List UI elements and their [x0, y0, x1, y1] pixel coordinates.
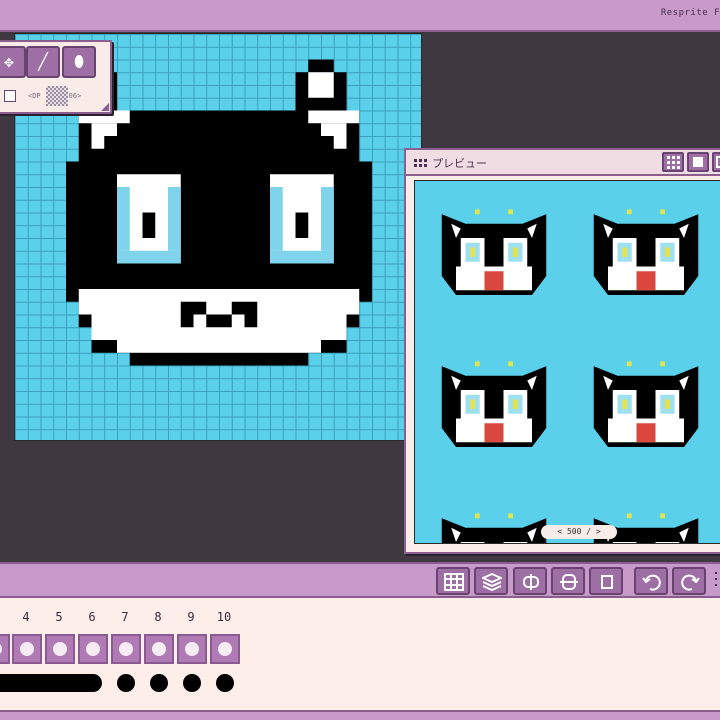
keyframe-span[interactable] — [0, 674, 102, 692]
sprite-preview — [441, 361, 547, 447]
more-icon[interactable] — [714, 571, 718, 587]
stop-button[interactable] — [687, 152, 709, 172]
sprite-preview — [441, 513, 547, 543]
grid-icon — [667, 156, 680, 169]
top-bar: Resprite F — [0, 0, 720, 32]
preview-header[interactable]: プレビュー — [406, 150, 720, 176]
frame-cell[interactable] — [144, 634, 174, 664]
redo-icon — [681, 574, 700, 591]
keyframe-dot[interactable] — [183, 674, 201, 692]
frame-number: 9 — [187, 610, 195, 624]
crop-icon — [601, 575, 613, 589]
dither-checkbox[interactable] — [4, 90, 16, 102]
layers-button[interactable] — [474, 567, 508, 595]
flip-h-icon — [523, 574, 539, 590]
frame-cell[interactable] — [0, 634, 10, 664]
action-toolbar — [0, 562, 720, 598]
line-tool-button[interactable]: ╱ — [26, 46, 60, 78]
frame-number: 5 — [55, 610, 63, 624]
frame-cell[interactable] — [45, 634, 75, 664]
frame-cell[interactable] — [210, 634, 240, 664]
zoom-control[interactable]: < 500 / > — [541, 525, 617, 539]
grid-button[interactable] — [436, 567, 470, 595]
preview-area[interactable]: < 500 / > — [414, 180, 720, 544]
grid-icon — [444, 573, 464, 591]
fill-icon: ⬮ — [73, 52, 85, 71]
preview-window: プレビュー < 500 / > — [404, 148, 720, 554]
frame-number: 8 — [154, 610, 162, 624]
frame-cell[interactable] — [177, 634, 207, 664]
undo-button[interactable] — [634, 567, 668, 595]
line-icon: ╱ — [38, 52, 48, 71]
undo-icon — [642, 574, 661, 591]
stop-icon — [693, 157, 703, 167]
frame-cell[interactable] — [78, 634, 108, 664]
preview-menu-button[interactable] — [712, 152, 720, 172]
bottom-strip — [0, 710, 720, 720]
timeline-panel: 4 5 6 7 8 9 10 — [0, 598, 720, 710]
frame-number: 7 — [121, 610, 129, 624]
sprite-preview — [441, 209, 547, 295]
move-tool-button[interactable]: ✥ — [0, 46, 26, 78]
frame-cell[interactable] — [12, 634, 42, 664]
list-icon — [716, 156, 720, 168]
fill-tool-button[interactable]: ⬮ — [62, 46, 96, 78]
keyframe-dot[interactable] — [150, 674, 168, 692]
flip-horizontal-button[interactable] — [513, 567, 547, 595]
preview-title: プレビュー — [432, 157, 487, 170]
keyframe-dot[interactable] — [216, 674, 234, 692]
grid-view-button[interactable] — [662, 152, 684, 172]
resize-handle-icon[interactable] — [101, 103, 109, 111]
app-title: Resprite F — [660, 8, 720, 18]
flip-vertical-button[interactable] — [551, 567, 585, 595]
keyframe-dot[interactable] — [117, 674, 135, 692]
redo-button[interactable] — [672, 567, 706, 595]
frame-number: 4 — [22, 610, 30, 624]
tool-palette: ✥ ╱ ⬮ <DP 06> — [0, 40, 112, 114]
tool-options: <DP 06> — [0, 86, 104, 108]
frame-number: 10 — [216, 610, 232, 624]
flip-v-icon — [560, 574, 578, 590]
grip-icon — [414, 159, 427, 167]
frame-cell[interactable] — [111, 634, 141, 664]
sprite-preview — [593, 361, 699, 447]
move-icon: ✥ — [4, 52, 14, 71]
frame-number: 6 — [88, 610, 96, 624]
layers-icon — [482, 573, 502, 591]
sprite-preview — [593, 209, 699, 295]
dither-pattern-swatch[interactable] — [46, 86, 68, 106]
crop-button[interactable] — [589, 567, 623, 595]
